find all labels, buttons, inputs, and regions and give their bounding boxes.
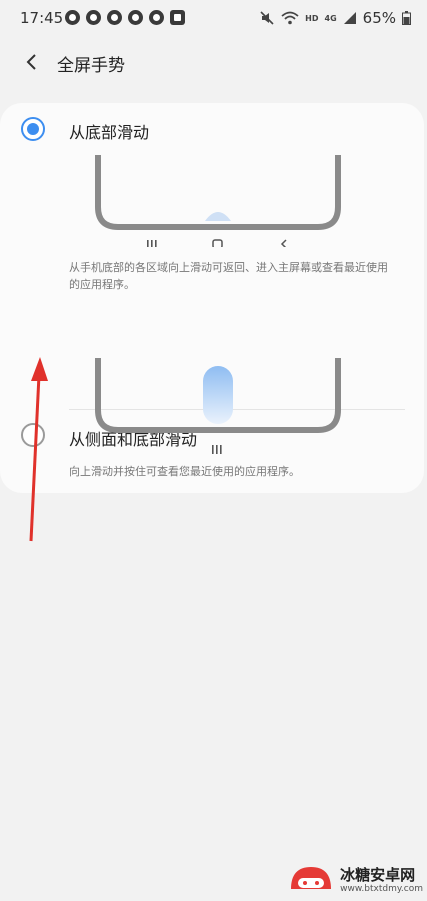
side-bottom-swipe-illustration — [95, 358, 341, 454]
watermark: 冰糖安卓网 www.btxtdmy.com — [288, 863, 423, 897]
hd-label: HD — [305, 13, 319, 23]
back-arrow-icon[interactable] — [18, 48, 46, 76]
radio-button-selected[interactable] — [21, 117, 45, 141]
watermark-url: www.btxtdmy.com — [340, 883, 423, 894]
signal-icon — [343, 12, 356, 24]
header: 全屏手势 — [0, 42, 427, 82]
page-title: 全屏手势 — [57, 56, 125, 76]
mute-icon — [260, 11, 274, 25]
watermark-logo — [291, 867, 332, 889]
bottom-swipe-illustration — [95, 155, 341, 247]
notification-icons — [65, 10, 185, 25]
image-notification-icon — [170, 10, 185, 25]
status-time: 17:45 — [20, 9, 64, 27]
option-label: 从底部滑动 — [69, 123, 150, 142]
app-notification-icon — [86, 10, 101, 25]
gesture-options-card: 从底部滑动 从手机底部的各区域向上滑动可返回、进入主屏幕或查看最近使用的应用程序… — [0, 103, 424, 493]
app-notification-icon — [107, 10, 122, 25]
app-notification-icon — [149, 10, 164, 25]
watermark-title: 冰糖安卓网 — [340, 865, 416, 884]
option-description: 从手机底部的各区域向上滑动可返回、进入主屏幕或查看最近使用的应用程序。 — [69, 261, 388, 291]
option-description: 向上滑动并按住可查看您最近使用的应用程序。 — [69, 465, 300, 478]
battery-percent: 65% — [362, 9, 396, 27]
status-right: HD 4G 65% — [259, 9, 411, 27]
network-label: 4G — [324, 13, 337, 23]
app-notification-icon — [65, 10, 80, 25]
red-arrow-annotation — [29, 357, 48, 542]
battery-icon — [402, 11, 411, 25]
wifi-icon — [281, 11, 299, 25]
app-notification-icon — [128, 10, 143, 25]
status-bar: 17:45 HD 4G 65% — [0, 0, 427, 36]
